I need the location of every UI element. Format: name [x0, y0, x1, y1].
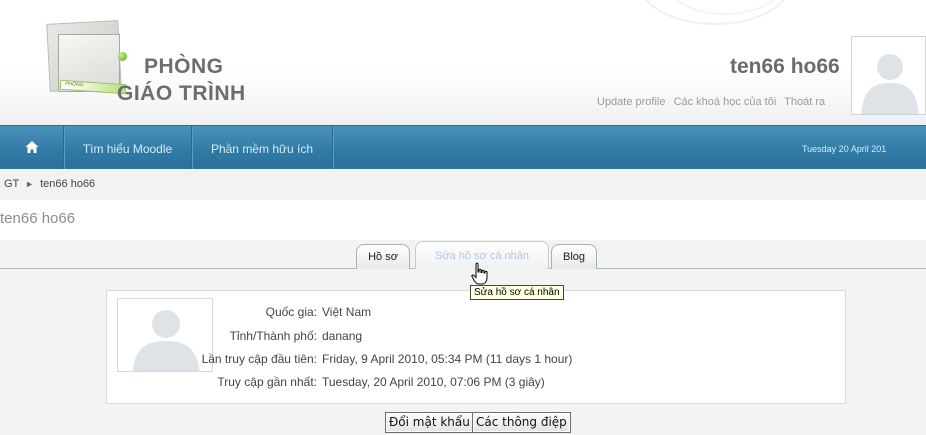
first-access-value: Friday, 9 April 2010, 05:34 PM (11 days …	[322, 352, 573, 366]
site-header: PHÒNG PHÒNG GIÁO TRÌNH ten66 ho66 Update…	[0, 0, 926, 125]
nav-item-useful-software[interactable]: Phần mềm hữu ích	[192, 126, 333, 170]
my-courses-link[interactable]: Các khoá học của tôi	[674, 96, 777, 108]
tab-blog[interactable]: Blog	[551, 244, 597, 269]
tab-profile[interactable]: Hồ sơ	[356, 244, 410, 269]
site-title[interactable]: GIÁO TRÌNH	[117, 82, 246, 106]
site-logo[interactable]: PHÒNG	[46, 20, 127, 96]
nav-home[interactable]	[0, 126, 64, 170]
hand-cursor-icon	[471, 262, 488, 285]
header-user-name[interactable]: ten66 ho66	[730, 55, 840, 79]
main-navbar: Tìm hiểu Moodle Phần mềm hữu ích Tuesday…	[0, 125, 926, 170]
update-profile-link[interactable]: Update profile	[597, 96, 666, 108]
breadcrumb-separator-icon: ►	[25, 179, 35, 189]
country-value: Việt Nam	[322, 305, 372, 319]
city-value: danang	[322, 329, 363, 343]
breadcrumb: GT ► ten66 ho66	[0, 169, 926, 200]
breadcrumb-current: ten66 ho66	[40, 178, 96, 190]
page-title: ten66 ho66	[0, 210, 76, 227]
logout-link[interactable]: Thoát ra	[784, 96, 825, 108]
user-links: Update profile Các khoá học của tôi Thoá…	[597, 96, 830, 108]
tooltip-edit-profile: Sửa hồ sơ cá nhân	[470, 285, 564, 300]
breadcrumb-root[interactable]: GT	[4, 178, 19, 190]
home-icon	[25, 141, 39, 153]
user-silhouette-icon	[861, 54, 919, 114]
last-access-value: Tuesday, 20 April 2010, 07:06 PM (3 giây…	[322, 375, 545, 389]
logo-strip-text: PHÒNG	[64, 81, 84, 89]
site-title[interactable]: PHÒNG	[144, 55, 224, 79]
nav-date: Tuesday 20 April 201	[802, 144, 887, 154]
last-access-label: Truy cập gần nhất:	[217, 375, 317, 389]
first-access-label: Lần truy cập đầu tiên:	[201, 352, 317, 366]
city-label: Tỉnh/Thành phố:	[229, 329, 317, 343]
change-password-button[interactable]: Đổi mật khẩu	[385, 412, 474, 433]
country-label: Quốc gia:	[265, 305, 317, 319]
nav-item-learn-moodle[interactable]: Tìm hiểu Moodle	[64, 126, 192, 170]
header-avatar[interactable]	[851, 36, 926, 115]
messages-button[interactable]: Các thông điệp	[472, 412, 571, 433]
